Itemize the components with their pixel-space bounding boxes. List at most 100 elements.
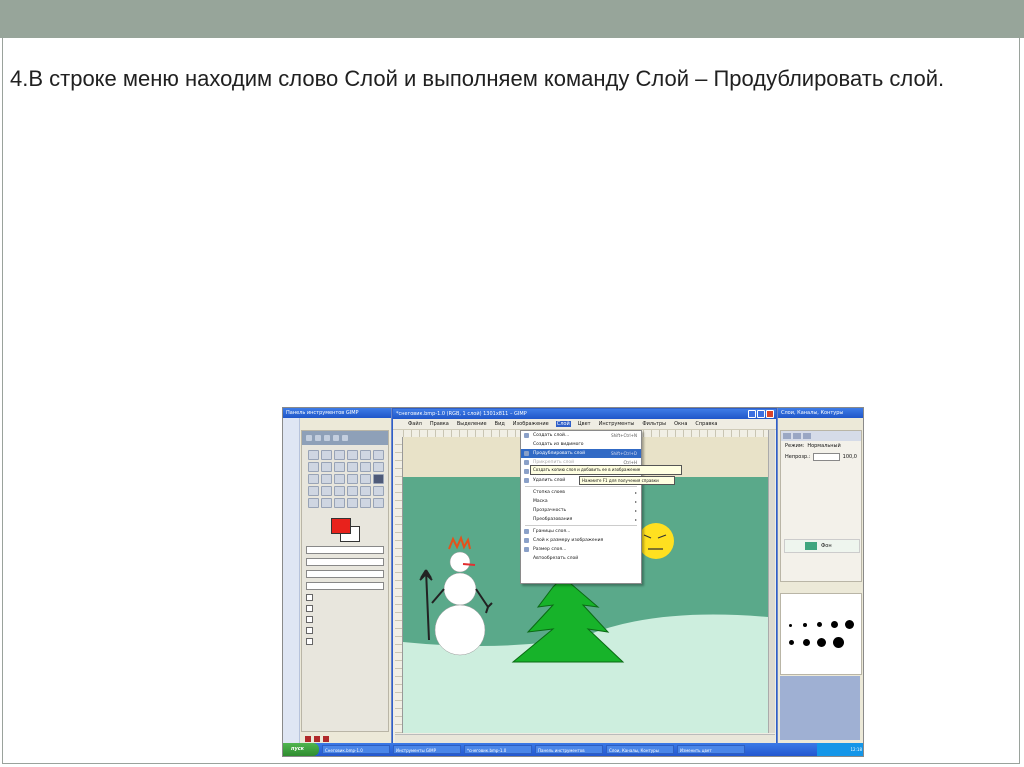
tool-option-mode-field[interactable] (306, 546, 384, 554)
bucket-fill-tool-icon[interactable] (308, 486, 319, 496)
color-picker-tool-icon[interactable] (321, 462, 332, 472)
taskbar-item[interactable]: Инструменты GIMP (393, 745, 461, 754)
eraser-tool-icon[interactable] (360, 486, 371, 496)
airbrush-tool-icon[interactable] (373, 486, 384, 496)
scale-tool-icon[interactable] (321, 474, 332, 484)
menu-item-new-layer[interactable]: Создать слой... Shift+Ctrl+N (521, 431, 641, 440)
menu-edit[interactable]: Правка (429, 421, 450, 427)
close-button[interactable] (766, 410, 774, 418)
flip-tool-icon[interactable] (360, 474, 371, 484)
menu-layer[interactable]: Слой (555, 421, 571, 427)
menu-tooltip: Создать копию слоя и добавить ее в изобр… (530, 465, 682, 475)
shear-tool-icon[interactable] (334, 474, 345, 484)
layers-tabs (781, 431, 861, 441)
crop-tool-icon[interactable] (373, 462, 384, 472)
maximize-button[interactable] (757, 410, 765, 418)
blend-tool-icon[interactable] (321, 486, 332, 496)
minimize-button[interactable] (748, 410, 756, 418)
brush-preset[interactable] (803, 639, 810, 646)
tab-paths[interactable] (803, 433, 811, 439)
zoom-tool-icon[interactable] (334, 462, 345, 472)
brush-preset[interactable] (845, 620, 854, 629)
brush-preset[interactable] (817, 638, 826, 647)
measure-tool-icon[interactable] (347, 462, 358, 472)
taskbar-item[interactable]: Панель инструментов (535, 745, 603, 754)
brush-preset[interactable] (817, 622, 822, 627)
menu-item-mask[interactable]: Маска ▸ (521, 497, 641, 506)
menu-item-transparency[interactable]: Прозрачность ▸ (521, 506, 641, 515)
option-checkbox[interactable] (306, 605, 313, 612)
menu-windows[interactable]: Окна (673, 421, 688, 427)
paths-tool-icon[interactable] (308, 462, 319, 472)
pencil-tool-icon[interactable] (334, 486, 345, 496)
menu-filters[interactable]: Фильтры (641, 421, 667, 427)
blur-tool-icon[interactable] (347, 498, 358, 508)
gimp-window-title: *снеговик.bmp-1.0 (RGB, 1 слой) 1301x811… (396, 411, 527, 417)
rotate-tool-icon[interactable] (308, 474, 319, 484)
taskbar-item[interactable]: Снеговик.bmp-1.0 (322, 745, 390, 754)
menu-item-transform[interactable]: Преобразования ▸ (521, 515, 641, 524)
brush-preset[interactable] (833, 637, 844, 648)
tb-foot-icon[interactable] (314, 736, 320, 742)
dodge-burn-tool-icon[interactable] (373, 498, 384, 508)
paintbrush-tool-icon[interactable] (347, 486, 358, 496)
clone-tool-icon[interactable] (321, 498, 332, 508)
free-select-tool-icon[interactable] (334, 450, 345, 460)
opacity-slider[interactable] (813, 453, 840, 461)
menu-view[interactable]: Вид (494, 421, 506, 427)
menu-image[interactable]: Изображение (512, 421, 550, 427)
smudge-tool-icon[interactable] (360, 498, 371, 508)
ink-tool-icon[interactable] (308, 498, 319, 508)
brush-preset[interactable] (831, 621, 838, 628)
taskbar-item[interactable]: Изменить цвет (677, 745, 745, 754)
scissors-tool-icon[interactable] (373, 450, 384, 460)
ellipse-select-tool-icon[interactable] (321, 450, 332, 460)
menu-file[interactable]: Файл (407, 421, 423, 427)
option-checkbox[interactable] (306, 594, 313, 601)
color-select-tool-icon[interactable] (360, 450, 371, 460)
tab-layers[interactable] (783, 433, 791, 439)
perspective-tool-icon[interactable] (347, 474, 358, 484)
menu-item-layer-to-image-size[interactable]: Слой к размеру изображения (521, 536, 641, 545)
brush-preset[interactable] (789, 624, 792, 627)
tool-option-scale-field[interactable] (306, 582, 384, 590)
heal-tool-icon[interactable] (334, 498, 345, 508)
vertical-ruler (395, 437, 403, 733)
option-checkbox[interactable] (306, 616, 313, 623)
menu-item-autocrop-layer[interactable]: Автообрезать слой (521, 554, 641, 563)
menu-item-stack[interactable]: Стопка слоев ▸ (521, 488, 641, 497)
layer-list-item[interactable]: Фон (784, 539, 860, 553)
taskbar-item[interactable]: Слои, Каналы, Контуры (606, 745, 674, 754)
menu-colors[interactable]: Цвет (577, 421, 592, 427)
opacity-value[interactable]: 100,0 (843, 454, 857, 460)
tool-option-opacity-field[interactable] (306, 558, 384, 566)
vertical-scrollbar[interactable] (768, 430, 775, 733)
tb-foot-icon[interactable] (323, 736, 329, 742)
move-tool-icon[interactable] (360, 462, 371, 472)
tools-panel-header (302, 431, 388, 445)
foreground-color-swatch[interactable] (331, 518, 351, 534)
option-checkbox[interactable] (306, 638, 313, 645)
tool-option-brush-field[interactable] (306, 570, 384, 578)
start-button[interactable]: пуск (283, 743, 319, 756)
tb-foot-icon[interactable] (305, 736, 311, 742)
menu-item-layer-boundary[interactable]: Границы слоя... (521, 527, 641, 536)
menu-item-duplicate-layer[interactable]: Продублировать слой Shift+Ctrl+D (521, 449, 641, 458)
text-tool-icon[interactable] (373, 474, 384, 484)
menu-select[interactable]: Выделение (456, 421, 488, 427)
menu-tools[interactable]: Инструменты (598, 421, 636, 427)
brush-preset[interactable] (803, 623, 807, 627)
brush-preset[interactable] (789, 640, 794, 645)
fuzzy-select-tool-icon[interactable] (347, 450, 358, 460)
option-checkbox[interactable] (306, 627, 313, 634)
menu-item-new-from-visible[interactable]: Создать из видимого (521, 440, 641, 449)
tab-channels[interactable] (793, 433, 801, 439)
fg-bg-colors[interactable] (325, 516, 365, 542)
menu-separator (525, 486, 637, 487)
status-bar (395, 734, 775, 743)
rect-select-tool-icon[interactable] (308, 450, 319, 460)
taskbar-item[interactable]: *снеговик.bmp-1.0 (464, 745, 532, 754)
menu-help[interactable]: Справка (694, 421, 718, 427)
mode-select[interactable]: Нормальный (807, 443, 840, 449)
menu-item-scale-layer[interactable]: Размер слоя... (521, 545, 641, 554)
